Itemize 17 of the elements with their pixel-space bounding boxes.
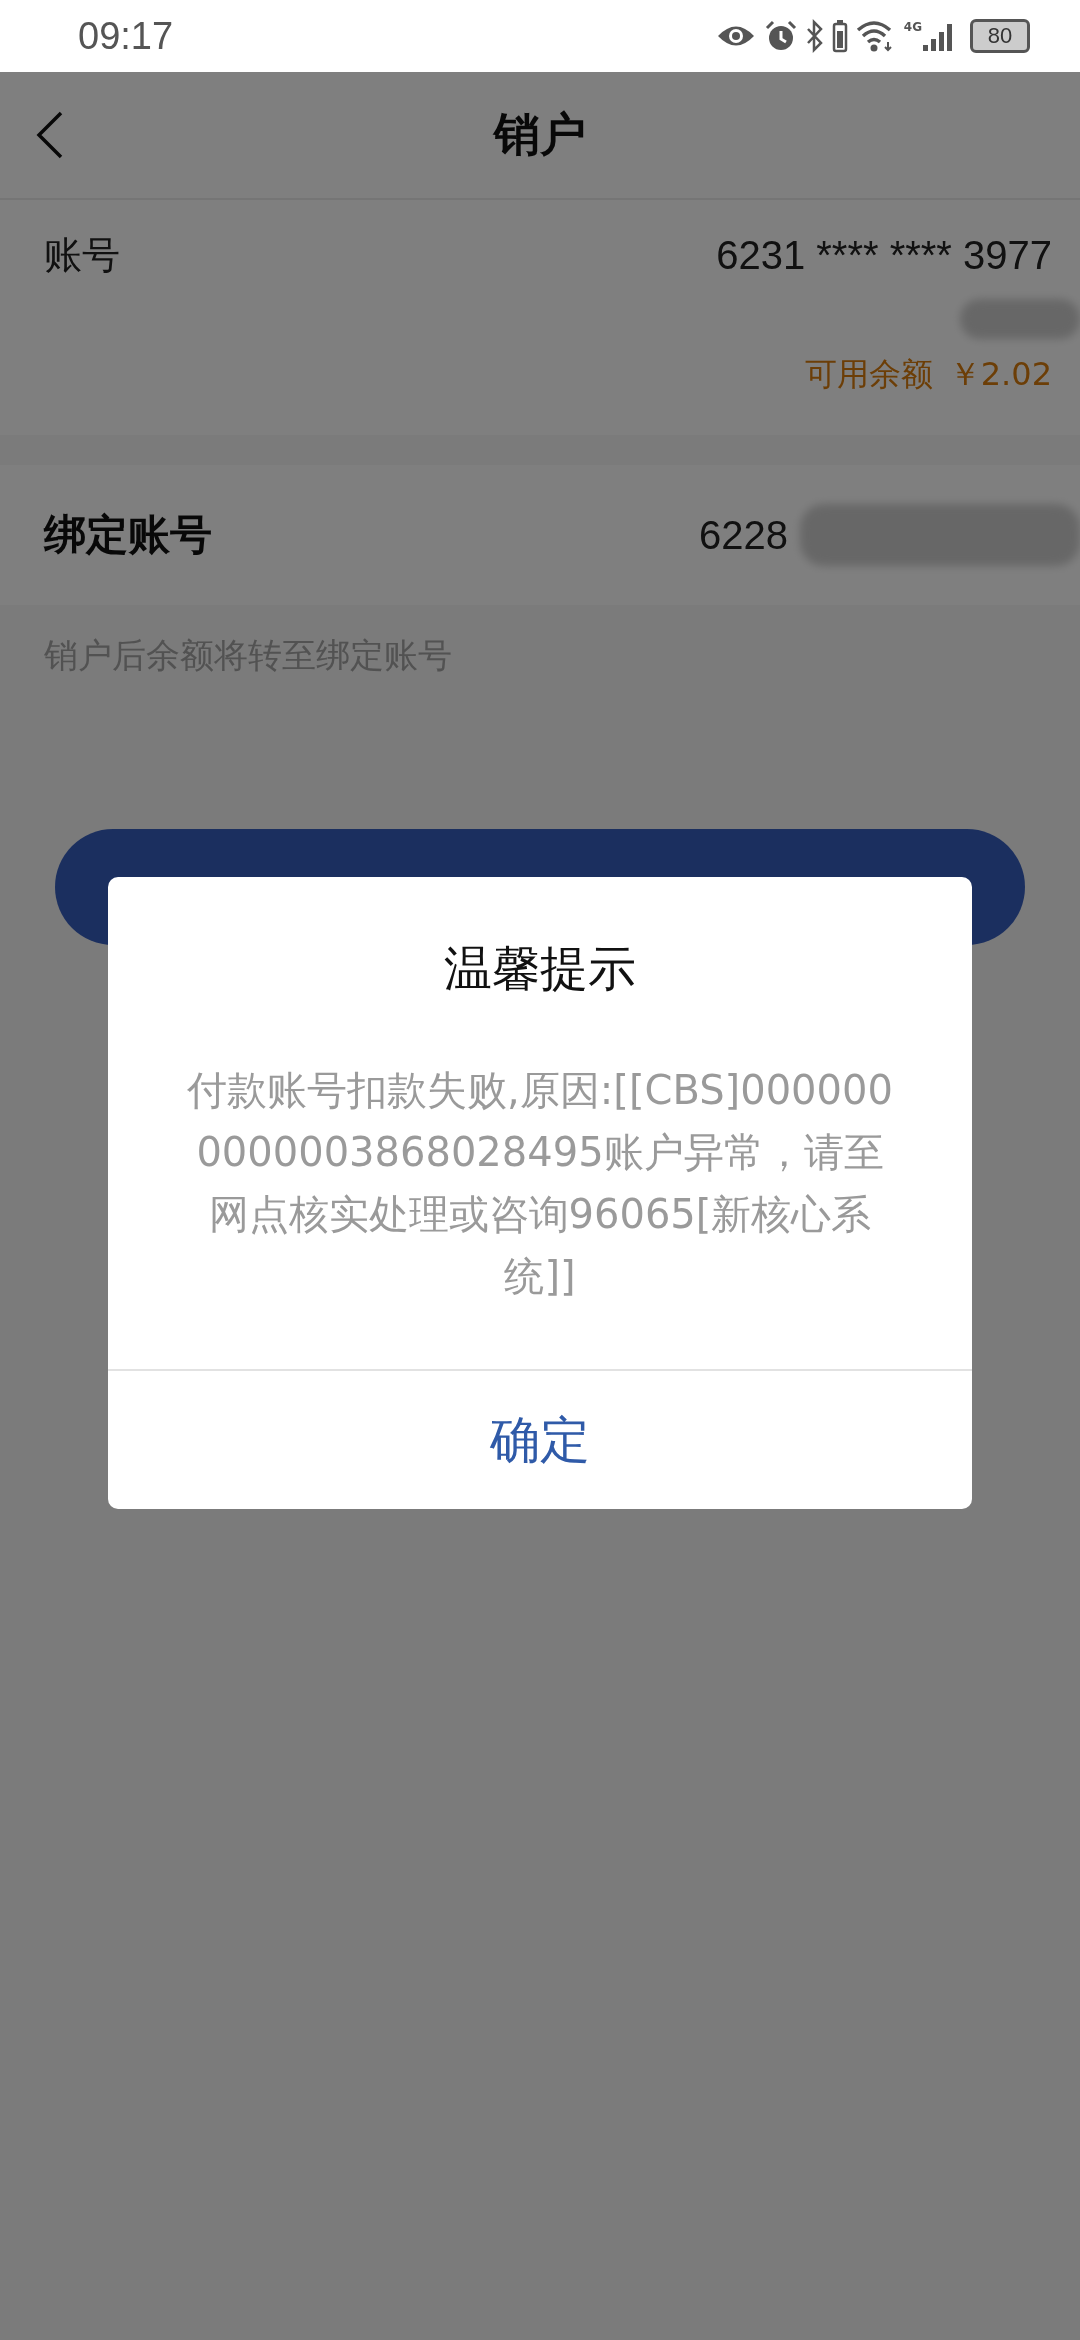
page-title: 销户	[494, 106, 586, 163]
battery-indicator: 80	[970, 19, 1030, 53]
balance-amount: ￥2.02	[948, 354, 1052, 395]
bluetooth-icon	[805, 19, 824, 53]
network-type: 4G	[903, 20, 922, 34]
alarm-icon	[763, 19, 798, 53]
bound-account-label: 绑定账号	[44, 509, 212, 561]
dialog-message: 付款账号扣款失败,原因:[[CBS]0000000000003868028495账户异常，请至网点核实处理或咨询96065[新核心系统]]	[186, 1066, 894, 1301]
confirm-button[interactable]: 确定	[108, 1369, 972, 1509]
back-icon[interactable]	[36, 111, 64, 159]
status-time: 09:17	[78, 14, 174, 58]
dialog-title: 温馨提示	[444, 939, 636, 998]
account-number: 6231 **** **** 3977	[716, 233, 1052, 278]
battery-saver-icon	[831, 19, 848, 53]
account-label: 账号	[44, 232, 120, 279]
bound-account-number: 6228	[699, 512, 788, 558]
balance-label: 可用余额	[804, 354, 933, 395]
